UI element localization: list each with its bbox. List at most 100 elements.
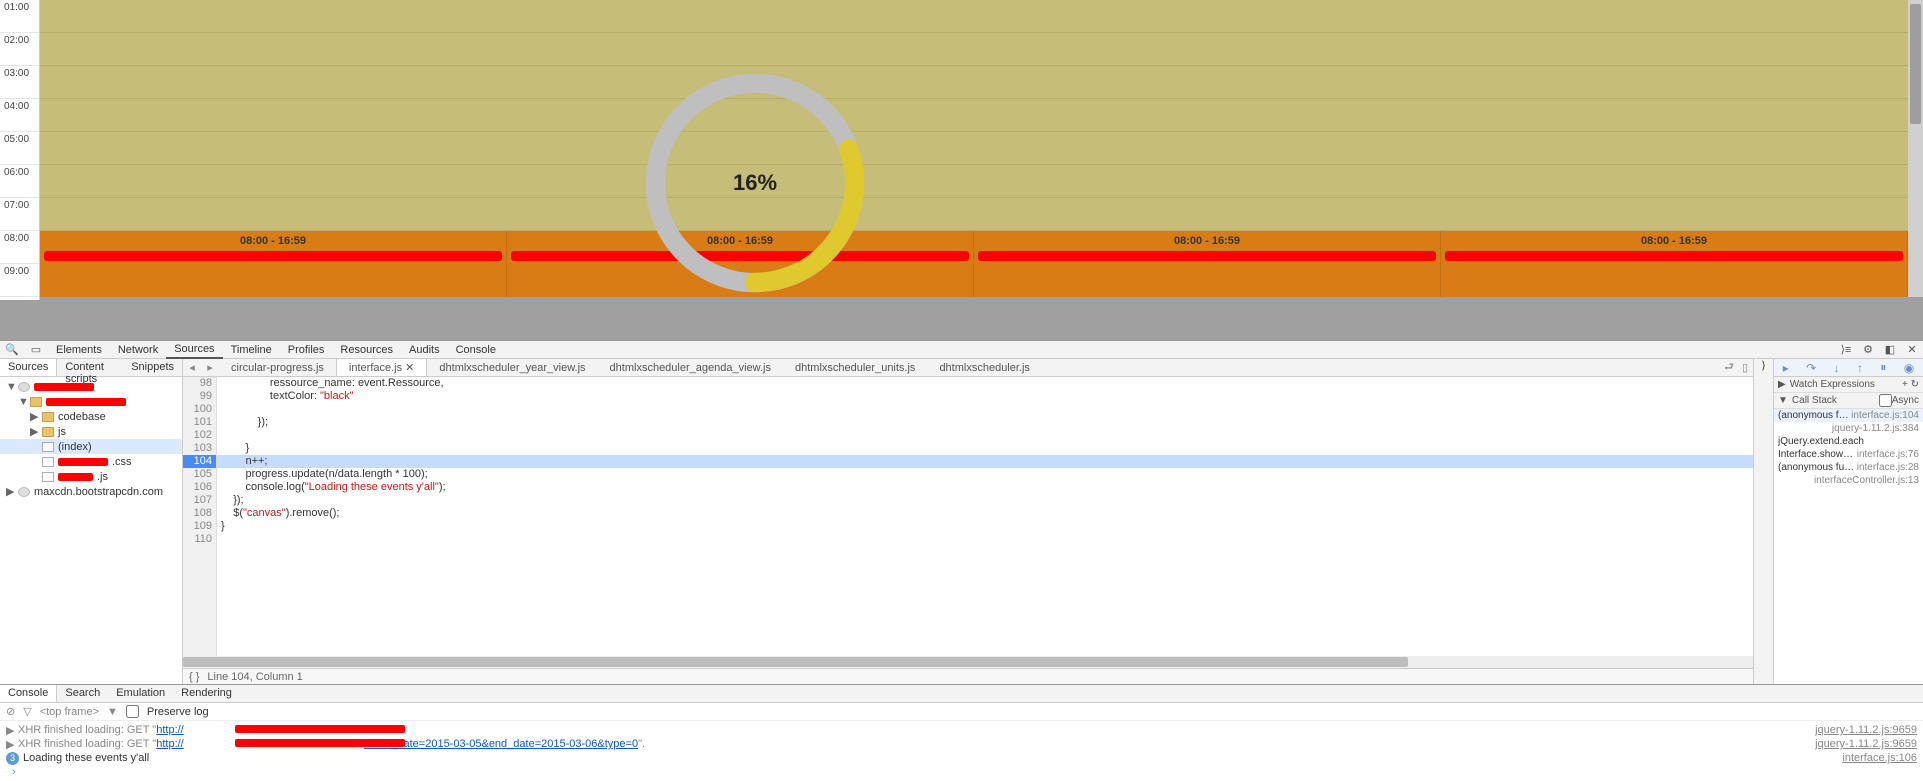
async-label: Async	[1892, 395, 1919, 406]
filter-icon[interactable]: ▽	[23, 705, 31, 718]
scroll-thumb[interactable]	[183, 657, 1408, 667]
file-tab[interactable]: circular-progress.js	[219, 360, 336, 376]
line-gutter[interactable]: 9899 100101 102103 104 105106 107108 109…	[183, 377, 217, 656]
hour-label: 01:00	[0, 0, 39, 33]
tab-profiles[interactable]: Profiles	[280, 342, 333, 358]
dock-icon[interactable]: ◧	[1882, 342, 1898, 358]
devtools: 🔍 ▭ Elements Network Sources Timeline Pr…	[0, 340, 1923, 781]
callstack-header[interactable]: Call Stack	[1792, 395, 1837, 406]
source-link[interactable]: jquery-1.11.2.js:9659	[1815, 738, 1917, 750]
refresh-icon[interactable]: ↻	[1911, 379, 1919, 390]
callstack-frame[interactable]: interfaceController.js:13	[1774, 474, 1923, 487]
tab-sources[interactable]: Sources	[166, 341, 222, 359]
hour-label: 05:00	[0, 132, 39, 165]
sources-navigator: Sources Content scripts Snippets ▼ ▼ ▶co…	[0, 359, 183, 684]
devtools-toolbar: 🔍 ▭ Elements Network Sources Timeline Pr…	[0, 341, 1923, 359]
history-back-icon[interactable]: ◂	[183, 361, 201, 374]
event-cell[interactable]: 08:00 - 16:59	[40, 231, 507, 297]
watch-header[interactable]: Watch Expressions	[1790, 379, 1875, 390]
event-cell[interactable]: 08:00 - 16:59	[1441, 231, 1908, 297]
drawer-tab-search[interactable]: Search	[57, 685, 108, 702]
vertical-scrollbar[interactable]	[1908, 0, 1923, 297]
file-tree[interactable]: ▼ ▼ ▶codebase ▶js (index) .css .js ▶maxc…	[0, 377, 182, 684]
sidebar-toggle-icon[interactable]: ▯	[1737, 361, 1753, 374]
event-time-label: 08:00 - 16:59	[40, 235, 506, 247]
redacted-text	[58, 473, 93, 481]
folder-icon	[42, 427, 54, 437]
callstack-frame[interactable]: (anonymous function)interface.js:28	[1774, 461, 1923, 474]
history-fwd-icon[interactable]: ▸	[201, 361, 219, 374]
pretty-print-icon[interactable]: { }	[189, 671, 199, 683]
hour-label: 09:00	[0, 264, 39, 297]
file-tab[interactable]: dhtmlxscheduler_units.js	[783, 360, 927, 376]
resume-icon[interactable]: ▸	[1783, 361, 1789, 375]
file-tab-active[interactable]: interface.js ✕	[336, 359, 427, 377]
event-time-label: 08:00 - 16:59	[974, 235, 1440, 247]
source-link[interactable]: jquery-1.11.2.js:9659	[1815, 724, 1917, 736]
clear-console-icon[interactable]: ⊘	[6, 705, 15, 718]
progress-percent: 16%	[640, 68, 870, 298]
drawer-tab-emulation[interactable]: Emulation	[108, 685, 173, 702]
breakpoint-marker[interactable]: 104	[183, 455, 216, 468]
step-into-icon[interactable]: ↓	[1834, 361, 1840, 375]
tree-label[interactable]: codebase	[58, 411, 106, 423]
tab-network[interactable]: Network	[110, 342, 166, 358]
hour-label: 03:00	[0, 66, 39, 99]
tree-label[interactable]: maxcdn.bootstrapcdn.com	[34, 486, 163, 498]
hour-label: 08:00	[0, 231, 39, 264]
hour-label: 04:00	[0, 99, 39, 132]
tree-label[interactable]: js	[58, 426, 66, 438]
hour-label: 02:00	[0, 33, 39, 66]
close-icon[interactable]: ✕	[1904, 342, 1920, 358]
step-over-icon[interactable]: ↷	[1806, 361, 1816, 375]
nav-tab-sources[interactable]: Sources	[0, 359, 57, 376]
nav-tab-content-scripts[interactable]: Content scripts	[57, 359, 123, 376]
nav-tab-snippets[interactable]: Snippets	[123, 359, 182, 376]
add-watch-icon[interactable]: +	[1902, 379, 1908, 390]
event-time-label: 08:00 - 16:59	[1441, 235, 1907, 247]
source-link[interactable]: interface.js:106	[1842, 752, 1917, 764]
inspect-icon[interactable]: 🔍	[4, 342, 20, 358]
tab-resources[interactable]: Resources	[332, 342, 401, 358]
frame-select[interactable]: <top frame>	[40, 706, 99, 718]
drawer-tab-rendering[interactable]: Rendering	[173, 685, 240, 702]
redacted-text	[235, 739, 405, 747]
horizontal-scrollbar[interactable]	[183, 656, 1753, 668]
file-tab[interactable]: dhtmlxscheduler.js	[927, 360, 1042, 376]
source-text[interactable]: ressource_name: event.Ressource, textCol…	[217, 377, 1753, 656]
step-out-icon[interactable]: ↑	[1857, 361, 1863, 375]
file-icon	[42, 442, 54, 452]
drawer-tab-console[interactable]: Console	[0, 685, 57, 702]
tree-label[interactable]: (index)	[58, 441, 92, 453]
pause-exceptions-icon[interactable]: ◉	[1904, 361, 1914, 375]
async-checkbox[interactable]	[1879, 394, 1892, 407]
domain-icon	[18, 382, 30, 392]
tab-elements[interactable]: Elements	[48, 342, 110, 358]
cursor-position: Line 104, Column 1	[207, 671, 302, 683]
tab-timeline[interactable]: Timeline	[223, 342, 280, 358]
file-tab[interactable]: dhtmlxscheduler_agenda_view.js	[598, 360, 783, 376]
preserve-log-checkbox[interactable]	[126, 705, 139, 718]
console-output[interactable]: ▶ XHR finished loading: GET "http:// ". …	[0, 721, 1923, 781]
file-tab[interactable]: dhtmlxscheduler_year_view.js	[427, 360, 597, 376]
wrap-icon[interactable]: ⮐	[1721, 359, 1737, 377]
drawer-toggle-icon[interactable]: ⟩≡	[1838, 342, 1854, 358]
debugger-pane-toggle[interactable]: ⟩	[1753, 359, 1773, 684]
tab-console[interactable]: Console	[448, 342, 504, 358]
callstack-frame[interactable]: jQuery.extend.each	[1774, 435, 1923, 448]
hour-label: 07:00	[0, 198, 39, 231]
tab-audits[interactable]: Audits	[401, 342, 448, 358]
device-icon[interactable]: ▭	[28, 342, 44, 358]
scroll-thumb[interactable]	[1910, 4, 1921, 124]
deactivate-bp-icon[interactable]: ⏸	[1880, 360, 1886, 375]
event-cell[interactable]: 08:00 - 16:59	[974, 231, 1441, 297]
callstack-frame[interactable]: (anonymous function)interface.js:104	[1774, 409, 1923, 422]
console-prompt[interactable]: ›	[6, 765, 1917, 779]
code-editor: ◂ ▸ circular-progress.js interface.js ✕ …	[183, 359, 1753, 684]
hour-label: 06:00	[0, 165, 39, 198]
callstack-frame[interactable]: Interface.showDatainterface.js:76	[1774, 448, 1923, 461]
redacted-text	[235, 725, 405, 733]
settings-gear-icon[interactable]: ⚙	[1860, 342, 1876, 358]
callstack-frame[interactable]: jquery-1.11.2.js:384	[1774, 422, 1923, 435]
schedule-grid[interactable]	[40, 0, 1908, 231]
